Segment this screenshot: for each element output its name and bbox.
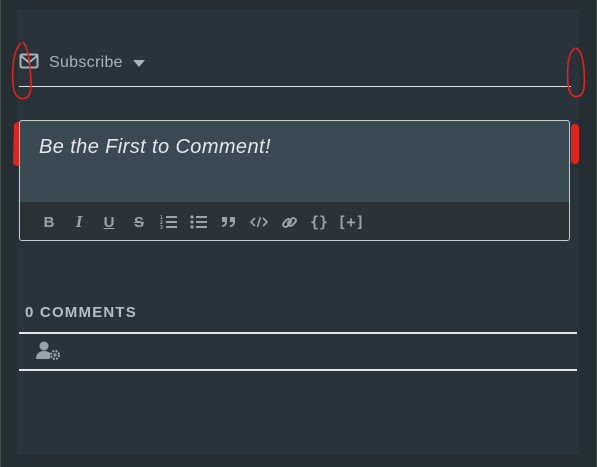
comment-placeholder[interactable]: Be the First to Comment! bbox=[39, 136, 271, 159]
annotation-mark-right bbox=[571, 124, 579, 164]
comment-editor[interactable]: Be the First to Comment! B I U S 1 2 3 {… bbox=[19, 120, 570, 241]
underline-icon[interactable]: U bbox=[94, 209, 124, 235]
editor-toolbar: B I U S 1 2 3 {} [+] bbox=[20, 202, 569, 240]
comments-divider-top bbox=[19, 332, 577, 334]
spoiler-icon[interactable]: [+] bbox=[334, 209, 368, 235]
strikethrough-icon[interactable]: S bbox=[124, 209, 154, 235]
svg-text:3: 3 bbox=[160, 225, 163, 230]
unordered-list-icon[interactable] bbox=[184, 209, 214, 235]
annotation-bracket-right bbox=[566, 47, 586, 98]
blockquote-icon[interactable] bbox=[214, 209, 244, 235]
link-icon[interactable] bbox=[274, 209, 304, 235]
comments-divider-bottom bbox=[19, 369, 577, 371]
comment-count: 0 COMMENTS bbox=[25, 304, 138, 321]
code-icon[interactable] bbox=[244, 209, 274, 235]
caret-down-icon[interactable] bbox=[132, 59, 145, 67]
bold-icon[interactable]: B bbox=[34, 209, 64, 235]
ordered-list-icon[interactable]: 1 2 3 bbox=[154, 209, 184, 235]
italic-icon[interactable]: I bbox=[64, 209, 94, 235]
user-gear-icon[interactable] bbox=[35, 340, 63, 362]
code-block-icon[interactable]: {} bbox=[304, 209, 334, 235]
subscribe-label: Subscribe bbox=[49, 54, 123, 71]
annotation-bracket-left bbox=[11, 41, 32, 100]
subscribe-divider bbox=[19, 86, 571, 87]
comment-widget-frame: Subscribe Be the First to Comment! B I U… bbox=[0, 0, 597, 467]
